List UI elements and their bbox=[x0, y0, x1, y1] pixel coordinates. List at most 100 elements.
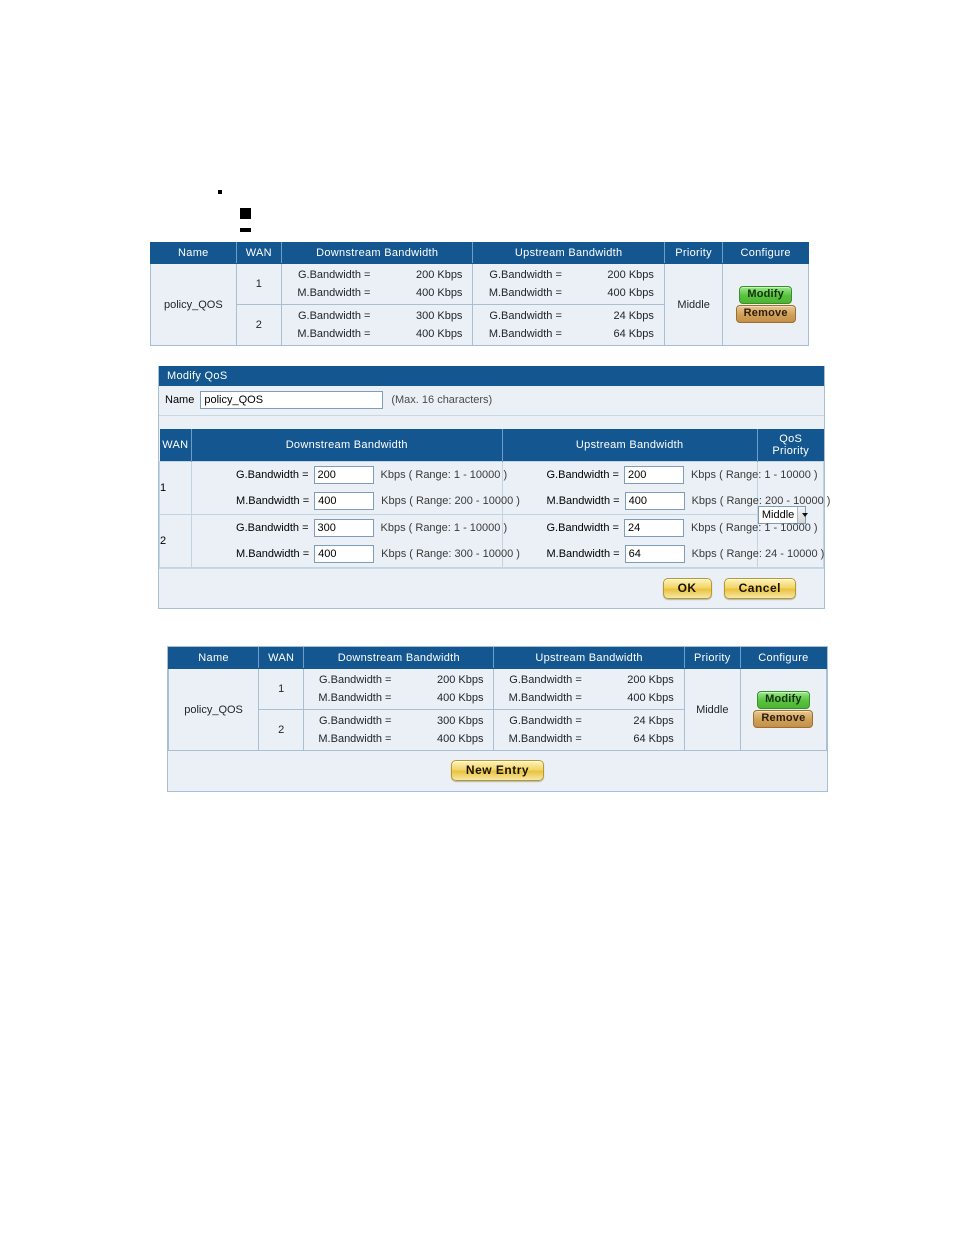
policy-name-cell: policy_QOS bbox=[150, 263, 237, 346]
range-hint: ( Range: 1 - 10000 ) bbox=[719, 469, 818, 481]
downstream-m-bandwidth-input-wan2[interactable] bbox=[314, 545, 375, 563]
g-bandwidth-value: 200 Kbps bbox=[607, 269, 654, 281]
m-bandwidth-label: M.Bandwidth = bbox=[508, 733, 582, 745]
downstream-m-bandwidth-input-wan1[interactable] bbox=[314, 492, 375, 510]
m-bandwidth-value: 64 Kbps bbox=[633, 733, 674, 745]
m-bandwidth-label: M.Bandwidth = bbox=[236, 495, 310, 507]
chevron-down-icon bbox=[797, 506, 808, 523]
priority-cell: Middle bbox=[683, 668, 741, 751]
form-col-header-downstream: Downstream Bandwidth bbox=[191, 429, 503, 462]
unit-label: Kbps bbox=[691, 495, 717, 507]
upstream-g-bandwidth-input-wan1[interactable] bbox=[623, 466, 684, 484]
form-downstream-wan1: G.Bandwidth = Kbps ( Range: 1 - 10000 ) … bbox=[191, 461, 520, 515]
cancel-button[interactable]: Cancel bbox=[723, 578, 796, 599]
col-header-configure: Configure bbox=[739, 647, 828, 669]
upstream-g-bandwidth-input-wan2[interactable] bbox=[623, 519, 684, 537]
form-upstream-wan1: G.Bandwidth = Kbps ( Range: 1 - 10000 ) … bbox=[501, 461, 830, 515]
g-bandwidth-value: 24 Kbps bbox=[633, 715, 674, 727]
col-header-configure: Configure bbox=[722, 242, 809, 264]
form-header-row: WAN Downstream Bandwidth Upstream Bandwi… bbox=[159, 429, 824, 462]
m-bandwidth-value: 400 Kbps bbox=[436, 692, 484, 704]
bandwidth-form-table: WAN Downstream Bandwidth Upstream Bandwi… bbox=[158, 429, 830, 568]
form-col-header-upstream: Upstream Bandwidth bbox=[502, 429, 758, 462]
unit-label: Kbps bbox=[691, 548, 717, 560]
g-bandwidth-value: 300 Kbps bbox=[436, 715, 484, 727]
form-col-header-wan: WAN bbox=[159, 429, 193, 462]
new-entry-button[interactable]: New Entry bbox=[450, 760, 545, 781]
panel-title: Modify QoS bbox=[159, 366, 824, 386]
m-bandwidth-label: M.Bandwidth = bbox=[318, 692, 392, 704]
range-hint: ( Range: 200 - 10000 ) bbox=[409, 495, 520, 507]
downstream-g-bandwidth-input-wan1[interactable] bbox=[313, 466, 374, 484]
range-hint: ( Range: 1 - 10000 ) bbox=[408, 522, 508, 534]
upstream-m-bandwidth-input-wan1[interactable] bbox=[624, 492, 685, 510]
g-bandwidth-value: 200 Kbps bbox=[627, 674, 674, 686]
range-hint: ( Range: 300 - 10000 ) bbox=[409, 548, 520, 560]
bullet-dash-icon bbox=[240, 228, 251, 232]
qos-policy-table-bottom: Name WAN Downstream Bandwidth Upstream B… bbox=[167, 647, 828, 751]
m-bandwidth-label: M.Bandwidth = bbox=[236, 548, 310, 560]
remove-button[interactable]: Remove bbox=[753, 710, 814, 728]
g-bandwidth-label: G.Bandwidth = bbox=[236, 469, 309, 481]
upstream-cell-wan2: G.Bandwidth = 24 Kbps M.Bandwidth = 64 Kbp… bbox=[472, 304, 665, 346]
m-bandwidth-label: M.Bandwidth = bbox=[488, 328, 562, 340]
m-bandwidth-label: M.Bandwidth = bbox=[546, 548, 620, 560]
g-bandwidth-label: G.Bandwidth = bbox=[509, 674, 582, 686]
m-bandwidth-value: 400 Kbps bbox=[415, 287, 463, 299]
col-header-downstream: Downstream Bandwidth bbox=[280, 242, 474, 264]
col-header-downstream: Downstream Bandwidth bbox=[303, 647, 495, 669]
g-bandwidth-label: G.Bandwidth = bbox=[546, 469, 619, 481]
col-header-priority: Priority bbox=[663, 242, 724, 264]
table-header-row: Name WAN Downstream Bandwidth Upstream B… bbox=[150, 242, 809, 264]
g-bandwidth-label: G.Bandwidth = bbox=[236, 522, 309, 534]
downstream-g-bandwidth-input-wan2[interactable] bbox=[313, 519, 374, 537]
unit-label: Kbps bbox=[690, 522, 717, 534]
m-bandwidth-label: M.Bandwidth = bbox=[546, 495, 620, 507]
g-bandwidth-value: 200 Kbps bbox=[415, 269, 463, 281]
table-row: policy_QOS 1 G.Bandwidth = 200 Kbps M.Ban… bbox=[167, 668, 828, 751]
wan-number-cell: 1 bbox=[258, 668, 305, 710]
qos-priority-select[interactable]: Middle bbox=[757, 505, 808, 524]
g-bandwidth-label: G.Bandwidth = bbox=[546, 522, 619, 534]
col-header-priority: Priority bbox=[683, 647, 741, 669]
qos-policy-list-panel: Name WAN Downstream Bandwidth Upstream B… bbox=[167, 646, 828, 792]
remove-button[interactable]: Remove bbox=[735, 305, 796, 323]
upstream-cell-wan1: G.Bandwidth = 200 Kbps M.Bandwidth = 400 K… bbox=[472, 263, 665, 305]
form-upstream-wan2: G.Bandwidth = Kbps ( Range: 1 - 10000 ) … bbox=[501, 514, 824, 568]
wan-number-cell: 2 bbox=[258, 709, 305, 751]
m-bandwidth-label: M.Bandwidth = bbox=[297, 287, 371, 299]
m-bandwidth-label: M.Bandwidth = bbox=[508, 692, 582, 704]
col-header-name: Name bbox=[167, 647, 260, 669]
bullet-square-icon bbox=[240, 208, 251, 219]
g-bandwidth-value: 24 Kbps bbox=[613, 310, 654, 322]
m-bandwidth-label: M.Bandwidth = bbox=[297, 328, 371, 340]
downstream-cell-wan2: G.Bandwidth = 300 Kbps M.Bandwidth = 400 K… bbox=[280, 304, 474, 346]
g-bandwidth-value: 200 Kbps bbox=[436, 674, 484, 686]
modify-button[interactable]: Modify bbox=[757, 691, 810, 709]
list-footer: New Entry bbox=[168, 751, 827, 791]
col-header-wan: WAN bbox=[235, 242, 282, 264]
modify-button[interactable]: Modify bbox=[739, 286, 792, 304]
downstream-cell-wan2: G.Bandwidth = 300 Kbps M.Bandwidth = 400 K… bbox=[303, 709, 495, 751]
range-hint: ( Range: 1 - 10000 ) bbox=[719, 522, 818, 534]
m-bandwidth-label: M.Bandwidth = bbox=[318, 733, 392, 745]
unit-label: Kbps bbox=[381, 495, 407, 507]
m-bandwidth-label: M.Bandwidth = bbox=[488, 287, 562, 299]
g-bandwidth-label: G.Bandwidth = bbox=[297, 310, 371, 322]
col-header-wan: WAN bbox=[258, 647, 305, 669]
configure-cell: Modify Remove bbox=[722, 263, 809, 346]
range-hint: ( Range: 1 - 10000 ) bbox=[408, 469, 508, 481]
configure-cell: Modify Remove bbox=[739, 668, 828, 751]
ok-button[interactable]: OK bbox=[662, 578, 712, 599]
upstream-m-bandwidth-input-wan2[interactable] bbox=[624, 545, 685, 563]
panel-footer: OK Cancel bbox=[159, 568, 824, 608]
g-bandwidth-value: 300 Kbps bbox=[415, 310, 463, 322]
table-row: policy_QOS 1 G.Bandwidth = 200 Kbps M.Ban… bbox=[150, 263, 809, 346]
name-hint: (Max. 16 characters) bbox=[391, 394, 493, 406]
upstream-cell-wan1: G.Bandwidth = 200 Kbps M.Bandwidth = 400 K… bbox=[493, 668, 685, 710]
downstream-cell-wan1: G.Bandwidth = 200 Kbps M.Bandwidth = 400 K… bbox=[280, 263, 474, 305]
col-header-upstream: Upstream Bandwidth bbox=[493, 647, 685, 669]
upstream-cell-wan2: G.Bandwidth = 24 Kbps M.Bandwidth = 64 Kbp… bbox=[493, 709, 685, 751]
g-bandwidth-label: G.Bandwidth = bbox=[489, 310, 562, 322]
name-input[interactable] bbox=[200, 391, 384, 409]
